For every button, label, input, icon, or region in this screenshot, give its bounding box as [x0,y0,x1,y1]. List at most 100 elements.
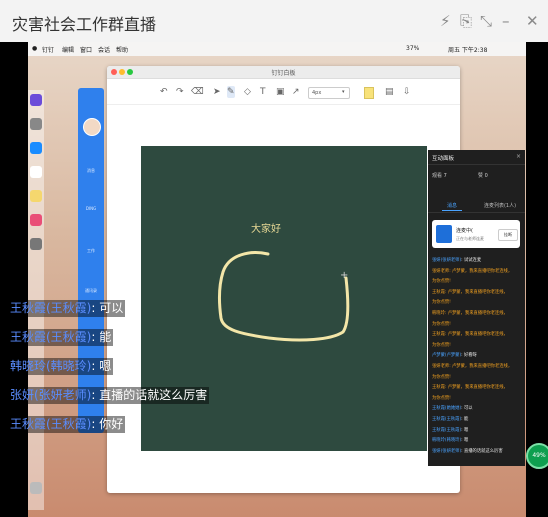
whiteboard-titlebar: 钉钉白板 [107,66,460,79]
stroke-size-select[interactable]: 4px ▾ [308,87,350,99]
collapse-icon[interactable]: ⤡ [480,12,492,30]
chat-message-text: : 卢梦蒙，我来直播吧你老连线， [449,364,513,369]
chat-message: 张妍(张妍老师): 直播的话就这么厉害 [432,449,503,455]
window-title: 灾害社会工作群直播 [12,15,157,34]
eraser-icon[interactable]: ⌫ [191,86,204,98]
undo-icon[interactable]: ↶ [160,86,168,98]
chat-message-text: 为你点赞! [432,342,451,348]
chat-message-author: 王秋霞(王秋霞) [432,427,462,433]
chat-message-text: : 能 [461,417,469,422]
menu-item-session[interactable]: 会话 [98,45,110,54]
whiteboard-canvas[interactable]: 大家好 + [141,146,427,451]
overlay-message-text: : 你好 [91,417,124,431]
avatar[interactable] [83,118,101,136]
overlay-message-text: : 直播的话就这么厉害 [91,388,208,402]
interaction-panel: 互动面板 × 观看 7 赞 0 消息 连麦列表(1人) 连麦中( 正在与老师连麦… [428,150,525,466]
menu-item-dingtalk[interactable]: 钉钉 [42,45,54,54]
tab-linkmic-list[interactable]: 连麦列表(1人) [476,202,524,209]
chat-message: 为你点赞! [432,300,451,306]
chat-message: 张妍老师: 卢梦蒙，我来直播吧你老连线， [432,364,512,370]
pen-stroke: + [217,251,350,342]
overlay-message-text: : 可以 [91,301,124,315]
stroke-size-value: 4px [312,90,322,96]
minimize-icon[interactable]: – [502,12,510,30]
window-titlebar: 灾害社会工作群直播 ⚡ ⎘ ⤡ – ✕ [0,0,548,43]
chat-message-text: : 嗯 [461,438,469,444]
chat-message: 为你点赞! [432,322,451,328]
overlay-message: 韩晓玲(韩晓玲): 嗯 [8,358,114,375]
overlay-message-author: 王秋霞(王秋霞) [10,417,92,431]
status-badge: 49% [526,443,548,469]
settings-icon[interactable] [30,238,42,250]
sidebar-item-messages[interactable]: 消息 [81,168,101,174]
pen-icon[interactable]: ✎ [227,86,235,98]
chat-message-text: : 好看呀 [461,353,477,359]
chat-message-author: 卢梦蒙(卢梦蒙) [432,353,462,359]
pointer-icon[interactable]: ➤ [213,86,221,98]
hangup-button[interactable]: 挂断 [498,229,518,241]
clock: 周五 下午2:38 [448,47,488,54]
chat-message-text: 为你点赞! [432,300,451,306]
page-icon[interactable]: ▤ [385,86,394,98]
photos-icon[interactable] [30,214,42,226]
lightning-icon[interactable]: ⚡ [440,12,451,30]
crosshair-cursor-icon: + [340,270,348,281]
image-icon[interactable]: ▣ [276,86,285,98]
apple-icon: ● [32,45,38,52]
export-icon[interactable]: ⇩ [403,86,411,98]
chat-message-author: 王秋霞 [432,289,445,295]
close-icon[interactable]: × [516,153,521,160]
launchpad-icon[interactable] [30,118,42,130]
overlay-message-author: 张妍(张妍老师) [10,388,92,402]
arrow-icon[interactable]: ↗ [292,86,300,98]
chat-message-text: 为你点赞! [432,374,451,380]
chat-message-text: 为你点赞! [432,279,451,285]
chat-message-text: : 卢梦蒙，我来直播吧你老连线， [449,268,513,274]
chat-message: 韩晓玲: 卢梦蒙，我来直播吧你老连线， [432,311,508,317]
notes-icon[interactable] [30,190,42,202]
chat-message: 王秋霞: 卢梦蒙，我来直播吧你老连线， [432,385,508,391]
sidebar-item-contacts[interactable]: 通讯录 [81,288,101,294]
chat-message-author: 韩晓玲(韩晓玲) [432,438,462,444]
trash-icon[interactable] [30,482,42,494]
sidebar-item-ding[interactable]: DING [81,206,101,211]
chat-message-author: 韩晓玲 [432,311,445,316]
siri-icon[interactable] [30,94,42,106]
chat-message: 王秋霞(她她她): 可以 [432,406,473,412]
chat-message: 为你点赞! [432,279,451,285]
chat-message-author: 王秋霞(王秋霞) [432,417,462,422]
color-swatch[interactable] [364,87,374,99]
calendar-icon[interactable] [30,166,42,178]
overlay-message-author: 王秋霞(王秋霞) [10,301,92,315]
redo-icon[interactable]: ↷ [176,86,184,98]
panel-header: 互动面板 × [428,150,525,165]
safari-icon[interactable] [30,142,42,154]
sidebar-item-work[interactable]: 工作 [81,248,101,254]
linkmic-icon [436,225,452,243]
whiteboard-title: 钉钉白板 [271,70,296,77]
shared-desktop: ● 钉钉 编辑 窗口 会话 帮助 37% 周五 下午2:38 消息 DING 工… [28,42,526,517]
chat-message-text: : 嗯 [461,427,469,433]
panel-title: 互动面板 [432,156,455,162]
tab-messages[interactable]: 消息 [428,202,476,209]
close-icon[interactable]: ✕ [526,12,539,30]
text-icon[interactable]: T [260,86,266,98]
chat-message: 张妍老师: 卢梦蒙，我来直播吧你老连线， [432,269,512,275]
chat-message-author: 王秋霞(她她她) [432,406,462,412]
panel-tabs: 消息 连麦列表(1人) [428,198,525,213]
chat-message-author: 王秋霞 [432,332,445,338]
menu-item-edit[interactable]: 编辑 [62,45,74,54]
chat-message: 王秋霞: 卢梦蒙，我来直播吧你老连线， [432,290,508,296]
mac-menubar: ● 钉钉 编辑 窗口 会话 帮助 37% 周五 下午2:38 [28,42,526,56]
chat-message-text: 为你点赞! [432,395,451,401]
chat-message-author: 张妍(张妍老师) [432,258,462,263]
shape-icon[interactable]: ◇ [244,86,251,98]
overlay-message: 王秋霞(王秋霞): 你好 [8,416,126,433]
share-icon[interactable]: ⎘ [460,12,472,30]
menu-item-help[interactable]: 帮助 [116,45,128,54]
menu-item-window[interactable]: 窗口 [80,45,92,54]
chat-message-author: 张妍老师 [432,364,450,369]
chat-message-author: 张妍(张妍老师) [432,448,462,454]
viewer-count: 观看 7 [432,173,447,179]
tab-underline [442,210,462,211]
